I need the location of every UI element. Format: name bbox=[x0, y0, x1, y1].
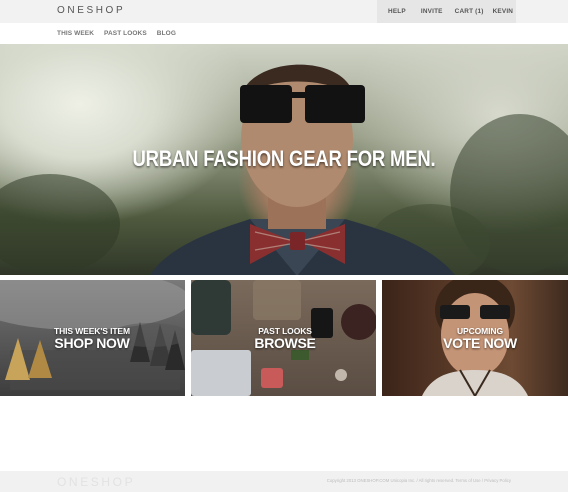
user-menu-link[interactable]: KEVIN bbox=[493, 0, 514, 23]
subnav-this-week[interactable]: THIS WEEK bbox=[57, 30, 94, 37]
tile-2-text: PAST LOOKS BROWSE bbox=[250, 327, 320, 351]
utility-nav: HELP INVITE CART (1) KEVIN bbox=[377, 0, 516, 23]
sub-nav: THIS WEEK PAST LOOKS BLOG bbox=[57, 30, 186, 37]
hero-banner[interactable]: URBAN FASHION GEAR FOR MEN. bbox=[0, 44, 568, 275]
invite-link[interactable]: INVITE bbox=[421, 0, 443, 23]
shop-now-label[interactable]: SHOP NOW bbox=[52, 336, 132, 351]
top-header: ONESHOP HELP INVITE CART (1) KEVIN bbox=[0, 0, 568, 23]
footer-copyright: Copyright 2013 ONESHOP.COM Unicopia Inc.… bbox=[326, 478, 511, 483]
subnav-past-looks[interactable]: PAST LOOKS bbox=[104, 30, 147, 37]
help-link[interactable]: HELP bbox=[388, 0, 406, 23]
vote-now-label[interactable]: VOTE NOW bbox=[440, 336, 520, 351]
cart-link[interactable]: CART (1) bbox=[455, 0, 484, 23]
site-logo[interactable]: ONESHOP bbox=[57, 5, 125, 16]
browse-label[interactable]: BROWSE bbox=[250, 336, 320, 351]
tile-3-text: UPCOMING VOTE NOW bbox=[440, 327, 520, 351]
footer-logo[interactable]: ONESHOP bbox=[57, 475, 135, 489]
hero-headline: URBAN FASHION GEAR FOR MEN. bbox=[132, 146, 436, 171]
site-footer: ONESHOP Copyright 2013 ONESHOP.COM Unico… bbox=[0, 471, 568, 492]
subnav-blog[interactable]: BLOG bbox=[157, 30, 176, 37]
tile-1-text: THIS WEEK'S ITEM SHOP NOW bbox=[52, 327, 132, 351]
